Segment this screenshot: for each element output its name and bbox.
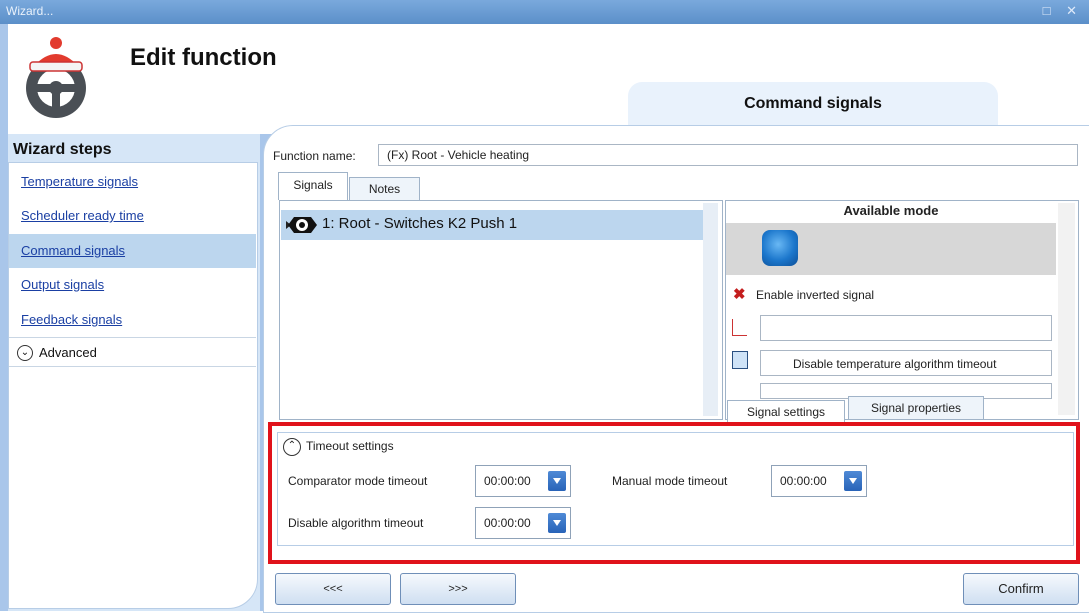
sidebar-item-output-signals[interactable]: Output signals [9,268,256,302]
tab-signals[interactable]: Signals [278,172,348,200]
window-title-bar[interactable]: Wizard... □ ✕ [0,0,1089,24]
steering-wheel-heating-icon [26,37,86,118]
signals-scrollbar[interactable] [703,203,718,416]
signal-expand-icon [286,217,317,233]
wizard-steps-list: Temperature signals Scheduler ready time… [8,162,258,609]
wizard-steps-heading: Wizard steps [13,141,112,158]
advanced-expander[interactable]: ⌄ Advanced [9,337,256,367]
sidebar-item-command-signals[interactable]: Command signals [9,234,256,268]
push-button-mode-icon[interactable] [762,230,798,266]
window-title: Wizard... [6,4,54,18]
function-name-input[interactable] [378,144,1078,166]
advanced-label: Advanced [39,345,97,360]
previous-step-button[interactable]: <<< [275,573,391,605]
signal-combo-1[interactable] [760,315,1052,341]
sidebar-item-scheduler-ready-time[interactable]: Scheduler ready time [9,199,256,233]
sidebar-item-feedback-signals[interactable]: Feedback signals [9,303,256,337]
signal-type-icon [732,319,747,336]
next-step-button[interactable]: >>> [400,573,516,605]
inverted-signal-label: Enable inverted signal [756,288,875,302]
tab-signal-properties[interactable]: Signal properties [848,396,984,420]
available-mode-title: Available mode [726,201,1056,223]
page-title: Edit function [130,44,277,71]
invert-checkbox-x-icon[interactable]: ✖ [733,285,746,303]
chevron-down-icon: ⌄ [17,345,33,361]
function-name-label: Function name: [273,149,356,163]
confirm-button[interactable]: Confirm [963,573,1079,605]
highlight-annotation-box [268,422,1080,564]
right-panel-scrollbar[interactable] [1058,203,1075,415]
signal-item-label: 1: Root - Switches K2 Push 1 [322,215,518,232]
signal-combo-2-value: Disable temperature algorithm timeout [793,357,997,371]
tab-notes[interactable]: Notes [349,177,420,200]
sidebar-item-temperature-signals[interactable]: Temperature signals [9,165,256,199]
window-controls[interactable]: □ ✕ [1043,3,1083,19]
timeout-type-icon [732,351,748,369]
